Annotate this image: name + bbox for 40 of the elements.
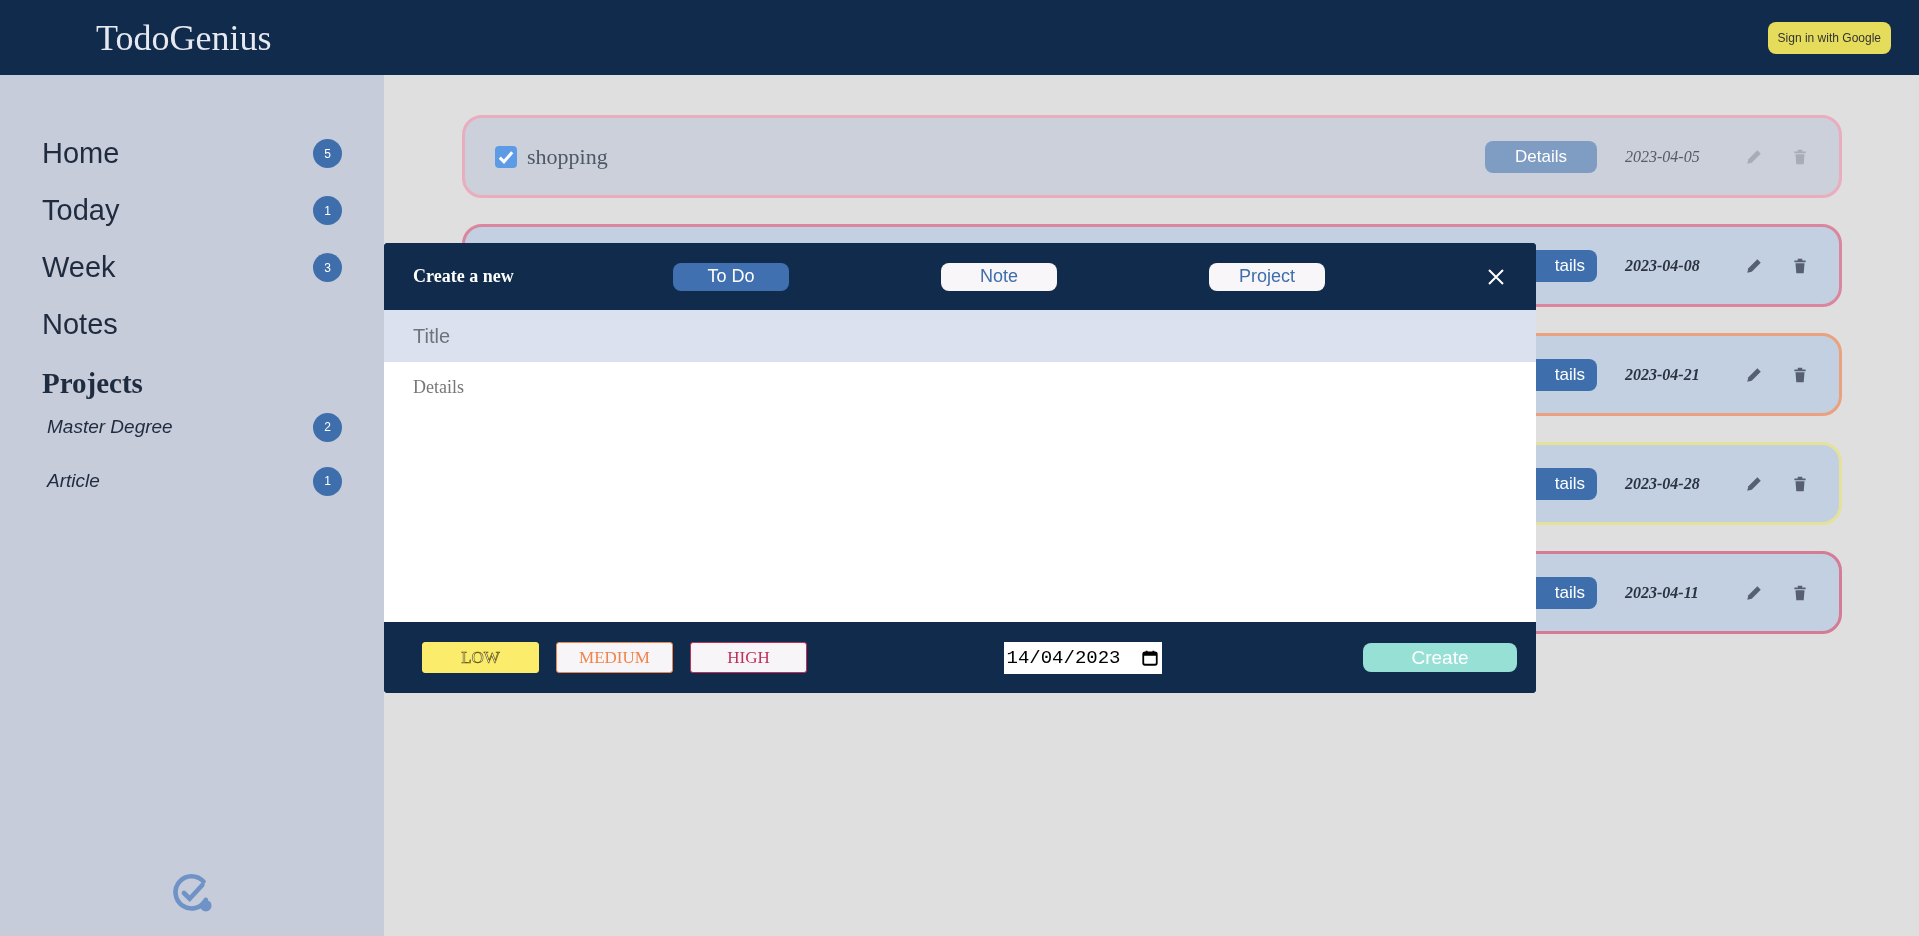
- task-title: shopping: [527, 143, 608, 170]
- section-heading: Projects: [42, 367, 144, 400]
- nav-item[interactable]: Today: [42, 194, 120, 227]
- type-tab[interactable]: Project: [1209, 262, 1325, 291]
- task-date: 2023-04-08: [1625, 256, 1701, 275]
- nav-item[interactable]: Home: [42, 137, 120, 170]
- count-badge: 2: [313, 412, 342, 442]
- edit-icon[interactable]: [1745, 474, 1763, 493]
- date-field[interactable]: 14/04/2023: [1003, 641, 1162, 674]
- edit-icon[interactable]: [1745, 583, 1763, 602]
- nav-item[interactable]: Week: [42, 251, 116, 284]
- task-date: 2023-04-11: [1625, 583, 1700, 602]
- edit-icon[interactable]: [1745, 256, 1763, 275]
- type-tab[interactable]: To Do: [673, 262, 789, 291]
- calendar-icon[interactable]: [1140, 648, 1159, 667]
- title-field[interactable]: Title: [384, 310, 1536, 362]
- app-logo: TodoGenius: [96, 16, 272, 59]
- checkbox[interactable]: [495, 145, 517, 168]
- project-item[interactable]: Article: [42, 470, 100, 492]
- nav-item[interactable]: Notes: [42, 308, 118, 341]
- count-badge: 1: [313, 196, 342, 225]
- delete-icon[interactable]: [1791, 474, 1809, 493]
- type-tab[interactable]: Note: [941, 262, 1057, 291]
- edit-icon[interactable]: [1745, 365, 1763, 384]
- task-date: 2023-04-28: [1625, 474, 1701, 493]
- close-icon[interactable]: [1486, 266, 1506, 287]
- delete-icon[interactable]: [1791, 256, 1809, 275]
- task-date: 2023-04-05: [1625, 147, 1701, 166]
- dialog-title: Create a new: [413, 266, 515, 287]
- details-field[interactable]: Details: [384, 362, 1536, 622]
- task-date: 2023-04-21: [1625, 365, 1701, 384]
- project-item[interactable]: Master Degree: [42, 416, 173, 438]
- sign-in-button[interactable]: Sign in with Google: [1767, 21, 1891, 54]
- delete-icon[interactable]: [1791, 583, 1809, 602]
- details-button[interactable]: Details: [1485, 140, 1597, 173]
- count-badge: 1: [313, 466, 342, 496]
- priority-button[interactable]: HIGH: [690, 642, 807, 673]
- count-badge: 3: [313, 253, 342, 282]
- delete-icon[interactable]: [1791, 365, 1809, 384]
- count-badge: 5: [313, 139, 342, 168]
